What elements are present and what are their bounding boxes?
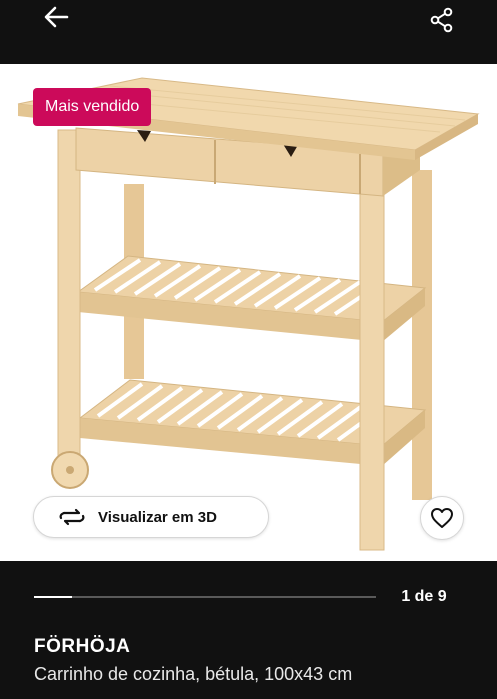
product-description: Carrinho de cozinha, bétula, 100x43 cm: [34, 664, 353, 684]
bestseller-badge: Mais vendido: [33, 88, 152, 126]
top-bar: [0, 0, 497, 64]
gallery-counter: 1 de 9: [401, 588, 447, 605]
gallery-progress-fill: [34, 596, 72, 598]
heart-icon: [431, 508, 453, 528]
gallery-progress-bar: [34, 596, 376, 598]
back-button[interactable]: [38, 0, 74, 34]
share-icon: [430, 7, 453, 33]
product-name: FÖRHÖJA: [34, 636, 131, 657]
view-3d-button[interactable]: Visualizar em 3D: [33, 496, 269, 538]
rotate-3d-icon: [59, 508, 85, 526]
arrow-left-icon: [44, 6, 69, 28]
favorite-button[interactable]: [420, 496, 464, 540]
view-3d-label: Visualizar em 3D: [98, 508, 217, 526]
share-button[interactable]: [424, 2, 460, 38]
product-image: [17, 77, 480, 551]
product-image-area[interactable]: Mais vendido Visualizar em 3D: [0, 64, 497, 561]
